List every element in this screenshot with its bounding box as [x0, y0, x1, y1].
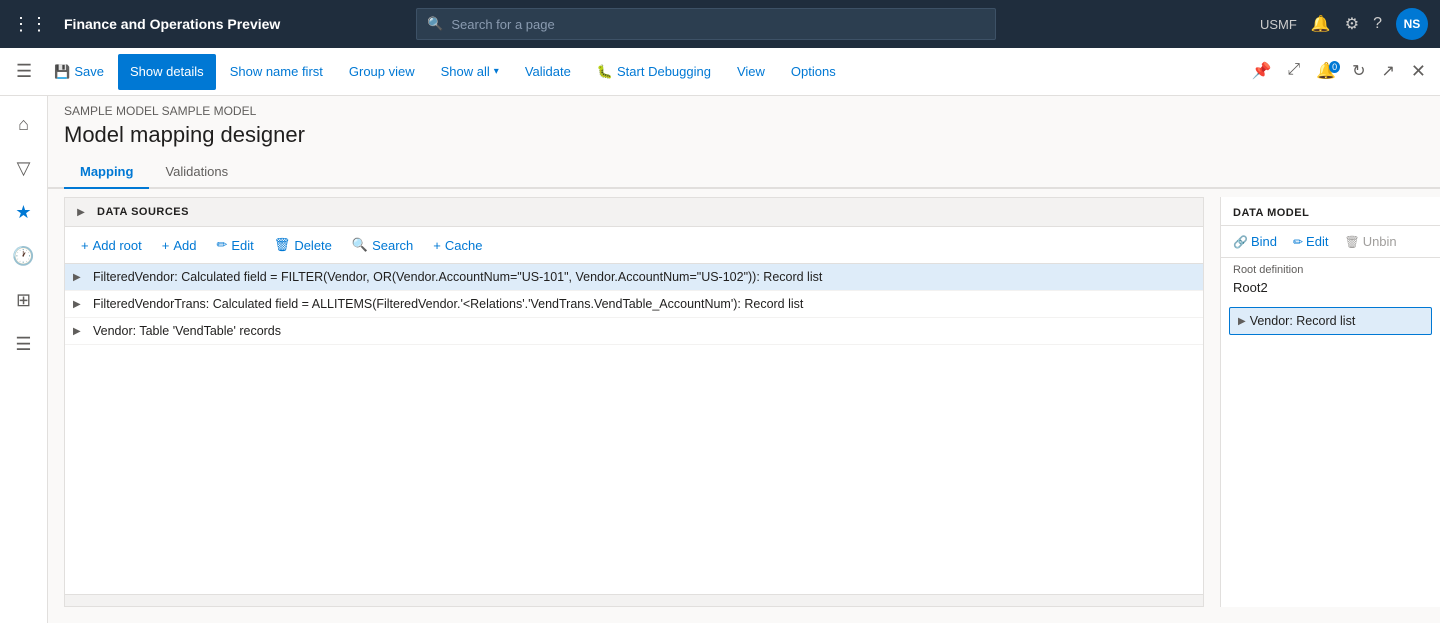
open-external-icon[interactable]: ↗	[1376, 61, 1401, 82]
side-navigation: ⌂ ▽ ★ 🕐 ⊞ ☰	[0, 96, 48, 623]
nav-right-area: USMF 🔔 ⚙ ? NS	[1260, 8, 1428, 40]
dm-list-item[interactable]: ▶ Vendor: Record list	[1229, 307, 1432, 335]
sidebar-item-workspaces[interactable]: ⊞	[4, 280, 44, 320]
view-button[interactable]: View	[725, 54, 777, 90]
search-ds-icon: 🔍	[352, 237, 368, 253]
breadcrumb: SAMPLE MODEL SAMPLE MODEL	[48, 96, 1440, 118]
search-bar[interactable]: 🔍	[416, 8, 996, 40]
sidebar-item-list[interactable]: ☰	[4, 324, 44, 364]
tab-validations[interactable]: Validations	[149, 156, 244, 189]
unbin-button[interactable]: 🗑 Unbin	[1340, 232, 1400, 251]
options-button[interactable]: Options	[779, 54, 848, 90]
sidebar-item-recent[interactable]: 🕐	[4, 236, 44, 276]
tab-bar: Mapping Validations	[48, 156, 1440, 189]
dm-edit-button[interactable]: ✏ Edit	[1289, 232, 1332, 251]
item-text-1: FilteredVendor: Calculated field = FILTE…	[93, 270, 1195, 284]
delete-button[interactable]: 🗑 Delete	[266, 231, 340, 259]
grid-icon[interactable]: ⋮⋮	[12, 14, 48, 35]
sidebar-item-favorites[interactable]: ★	[4, 192, 44, 232]
item-text-2: FilteredVendorTrans: Calculated field = …	[93, 297, 1195, 311]
dm-expand-icon[interactable]: ▶	[1238, 316, 1246, 327]
data-sources-panel: ▶ DATA SOURCES + Add root + Add ✏ Edit	[64, 197, 1204, 607]
cache-icon: +	[433, 238, 441, 253]
close-icon[interactable]: ✕	[1405, 61, 1432, 82]
main-layout: ⌂ ▽ ★ 🕐 ⊞ ☰ SAMPLE MODEL SAMPLE MODEL Mo…	[0, 96, 1440, 623]
item-text-3: Vendor: Table 'VendTable' records	[93, 324, 1195, 338]
list-item[interactable]: ▶ FilteredVendorTrans: Calculated field …	[65, 291, 1203, 318]
content-area: ▶ DATA SOURCES + Add root + Add ✏ Edit	[48, 189, 1440, 623]
cache-button[interactable]: + Cache	[425, 231, 490, 259]
user-avatar[interactable]: NS	[1396, 8, 1428, 40]
sidebar-item-home[interactable]: ⌂	[4, 104, 44, 144]
search-icon: 🔍	[427, 16, 443, 32]
search-button[interactable]: 🔍 Search	[344, 231, 421, 259]
edit-button[interactable]: ✏ Edit	[208, 231, 261, 259]
show-all-dropdown-icon: ▾	[494, 66, 499, 77]
main-toolbar: ☰ 💾 Save Show details Show name first Gr…	[0, 48, 1440, 96]
collapse-arrow[interactable]: ▶	[73, 204, 89, 220]
delete-icon: 🗑	[274, 237, 291, 253]
sidebar-item-filter[interactable]: ▽	[4, 148, 44, 188]
root-definition-label: Root definition	[1221, 258, 1440, 278]
page-title: Model mapping designer	[48, 118, 1440, 156]
show-details-button[interactable]: Show details	[118, 54, 216, 90]
root-definition-value: Root2	[1221, 278, 1440, 303]
expand-icon-1[interactable]: ▶	[73, 272, 89, 283]
tab-mapping[interactable]: Mapping	[64, 156, 149, 189]
settings-icon[interactable]: ⚙	[1345, 14, 1359, 34]
dm-edit-icon: ✏	[1293, 235, 1303, 249]
edit-icon: ✏	[216, 237, 227, 253]
expand-icon-3[interactable]: ▶	[73, 326, 89, 337]
save-icon: 💾	[54, 64, 70, 80]
user-code: USMF	[1260, 17, 1297, 32]
debug-icon: 🐛	[597, 64, 613, 80]
expand-icon[interactable]: ⤢	[1281, 61, 1306, 82]
data-model-panel: DATA MODEL 🔗 Bind ✏ Edit 🗑 Unbin R	[1220, 197, 1440, 607]
data-sources-header: ▶ DATA SOURCES	[65, 198, 1203, 227]
refresh-icon[interactable]: ↻	[1346, 61, 1371, 82]
start-debugging-button[interactable]: 🐛 Start Debugging	[585, 54, 723, 90]
search-input[interactable]	[451, 17, 985, 32]
pin-icon[interactable]: 📌	[1245, 61, 1277, 82]
list-item[interactable]: ▶ FilteredVendor: Calculated field = FIL…	[65, 264, 1203, 291]
help-icon[interactable]: ?	[1373, 15, 1382, 33]
bind-button[interactable]: 🔗 Bind	[1229, 232, 1281, 251]
show-all-button[interactable]: Show all ▾	[429, 54, 511, 90]
group-view-button[interactable]: Group view	[337, 54, 427, 90]
validate-button[interactable]: Validate	[513, 54, 583, 90]
data-sources-list: ▶ FilteredVendor: Calculated field = FIL…	[65, 264, 1203, 594]
show-name-first-button[interactable]: Show name first	[218, 54, 335, 90]
data-sources-toolbar: + Add root + Add ✏ Edit 🗑 Delete	[65, 227, 1203, 264]
add-root-icon: +	[81, 238, 89, 253]
add-root-button[interactable]: + Add root	[73, 231, 150, 259]
data-model-actions: 🔗 Bind ✏ Edit 🗑 Unbin	[1221, 226, 1440, 258]
bind-icon: 🔗	[1233, 235, 1248, 249]
app-title: Finance and Operations Preview	[64, 16, 280, 32]
unbin-icon: 🗑	[1344, 235, 1359, 249]
page-content: SAMPLE MODEL SAMPLE MODEL Model mapping …	[48, 96, 1440, 623]
data-sources-title: DATA SOURCES	[97, 206, 189, 218]
save-button[interactable]: 💾 Save	[42, 54, 116, 90]
horizontal-scrollbar[interactable]	[65, 594, 1203, 606]
add-icon: +	[162, 238, 170, 253]
notification-icon[interactable]: 🔔	[1311, 14, 1331, 34]
top-navigation: ⋮⋮ Finance and Operations Preview 🔍 USMF…	[0, 0, 1440, 48]
badge-icon[interactable]: 🔔0	[1310, 61, 1342, 82]
add-button[interactable]: + Add	[154, 231, 205, 259]
data-model-title: DATA MODEL	[1221, 197, 1440, 226]
hamburger-icon[interactable]: ☰	[8, 61, 40, 82]
dm-item-text: Vendor: Record list	[1250, 314, 1356, 328]
list-item[interactable]: ▶ Vendor: Table 'VendTable' records	[65, 318, 1203, 345]
expand-icon-2[interactable]: ▶	[73, 299, 89, 310]
